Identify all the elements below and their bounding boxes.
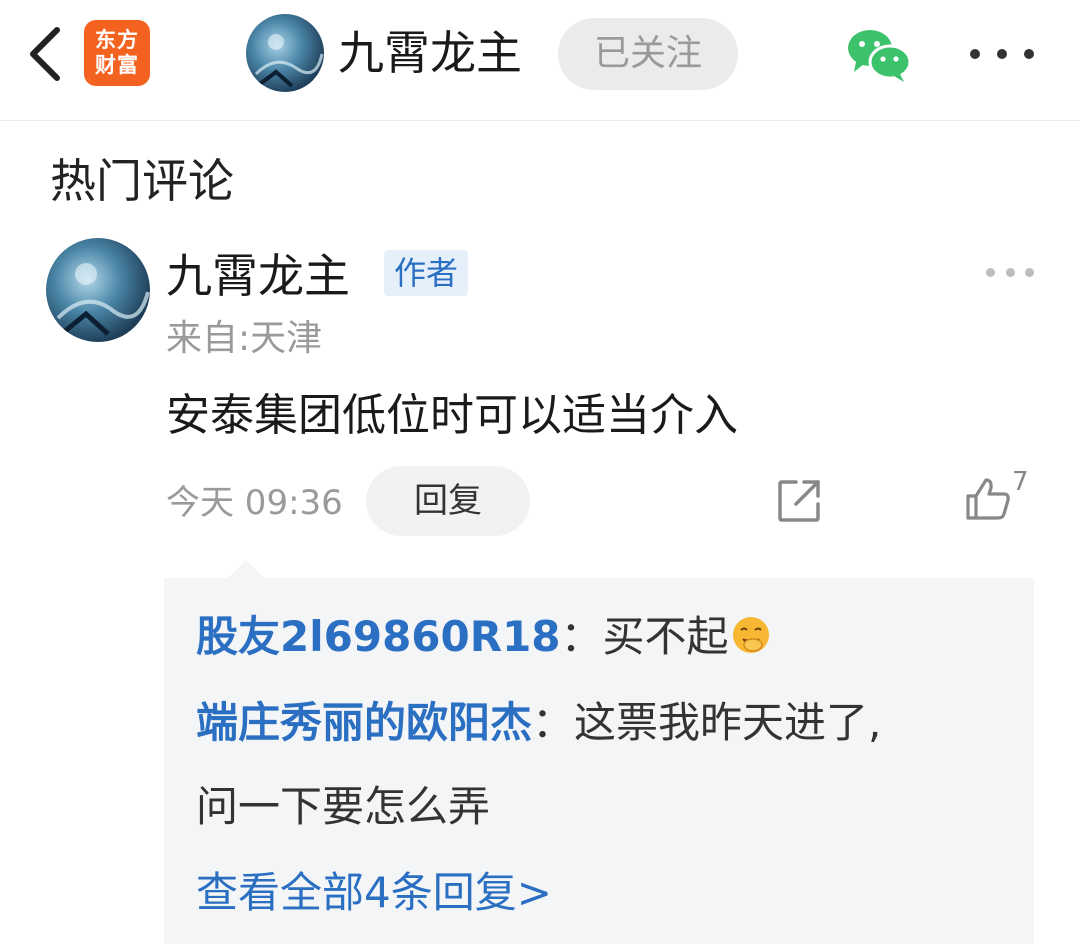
reply-separator: ： (560, 612, 603, 661)
more-icon-dot (1024, 49, 1034, 59)
follow-button[interactable]: 已关注 (558, 18, 738, 90)
wechat-share-button[interactable] (846, 26, 912, 84)
logo-text-1: 东方 (95, 28, 139, 52)
reply-text: 买不起 (602, 612, 729, 661)
thumbs-up-icon (966, 478, 1010, 520)
comment-text: 安泰集团低位时可以适当介入 (166, 390, 738, 441)
more-options-button[interactable] (970, 34, 1034, 74)
top-bar: 东方 财富 九霄龙主 已关注 (0, 0, 1080, 121)
comment-location: 来自:天津 (166, 318, 323, 359)
back-button[interactable] (22, 24, 68, 84)
wechat-icon (848, 30, 912, 82)
reply-text-continued: 问一下要怎么弄 (196, 782, 491, 831)
header-user-name: 九霄龙主 (338, 26, 522, 80)
reply-text: 这票我昨天进了, (574, 698, 882, 747)
more-icon-dot (1025, 267, 1034, 277)
view-all-replies-link[interactable]: 查看全部4条回复> (196, 850, 552, 936)
header-avatar[interactable] (246, 14, 324, 92)
reply-item: 端庄秀丽的欧阳杰：这票我昨天进了, (196, 680, 1016, 766)
comment-avatar[interactable] (46, 238, 150, 342)
share-icon (778, 480, 820, 522)
reply-item: 股友2l69860R18：买不起 (196, 594, 1016, 680)
more-icon-dot (970, 49, 980, 59)
more-icon-dot (1005, 267, 1015, 277)
replies-pointer (228, 560, 264, 578)
comment-more-button[interactable] (986, 262, 1034, 282)
comment-author-name[interactable]: 九霄龙主 (166, 244, 350, 308)
reply-author-name[interactable]: 股友2l69860R18 (196, 612, 561, 661)
reply-author-name[interactable]: 端庄秀丽的欧阳杰 (196, 698, 532, 747)
reply-separator: ： (532, 698, 575, 747)
chevron-left-icon (30, 27, 60, 81)
section-title: 热门评论 (50, 154, 234, 208)
logo-text-2: 财富 (95, 53, 139, 77)
reply-button[interactable]: 回复 (366, 466, 530, 536)
more-icon-dot (986, 267, 995, 277)
like-count: 7 (1012, 467, 1029, 497)
like-button[interactable] (964, 476, 1012, 522)
replies-panel: 股友2l69860R18：买不起 端庄秀丽的欧阳杰：这票我昨天进了, 问一下要怎… (164, 578, 1034, 944)
app-logo[interactable]: 东方 财富 (84, 20, 150, 86)
author-badge: 作者 (384, 250, 468, 296)
more-icon-dot (997, 49, 1007, 59)
shy-laugh-emoji-icon (732, 617, 769, 653)
share-button[interactable] (776, 478, 822, 524)
comment-time: 今天 09:36 (166, 483, 343, 523)
